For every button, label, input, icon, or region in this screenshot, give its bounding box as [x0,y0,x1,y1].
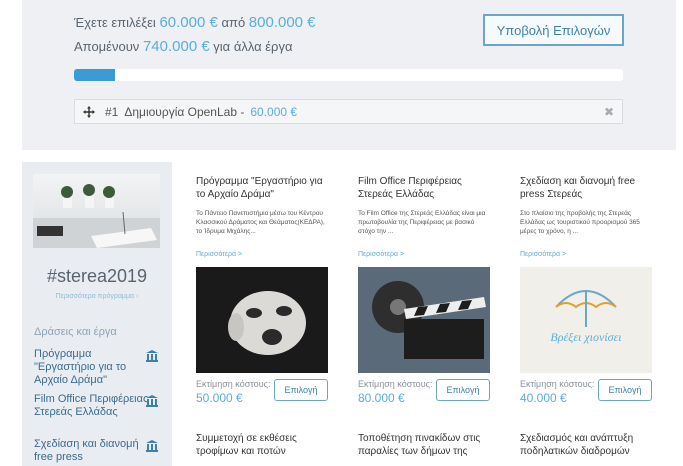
budget-progress-bar [74,69,623,81]
selected-project-name: Δημιουργία OpenLab - [124,104,245,119]
project-card: Πρόγραμμα "Εργαστήριο για το Αρχαίο Δράμ… [196,175,332,415]
film-clapper-image [358,267,490,373]
total-amount: 800.000 € [248,14,316,31]
card-title[interactable]: Τοποθέτηση πινακίδων στις παραλίες των δ… [358,432,494,458]
poster-caption: Βρέξει χιονίσει [550,330,621,344]
institution-icon [146,440,158,452]
sidebar-item-film-office[interactable]: Film Office Περιφέρειας Στερεάς Ελλάδας [34,393,154,419]
selected-mid: από [221,15,246,30]
remaining-summary-line: Απομένουν 740.000 € για άλλα έργα [74,38,292,55]
theatre-mask-image [196,267,328,373]
card-description: Το Film Office της Στερεάς Ελλάδας είναι… [358,210,486,235]
remaining-suffix: για άλλα έργα [213,39,293,54]
campaign-hashtag: #sterea2019 [46,266,148,286]
card-description: Το Πάντειο Πανεπιστήμιο μέσω του Κέντρου… [196,210,325,235]
selection-summary-panel: Έχετε επιλέξει 60.000 € από 800.000 € Απ… [22,0,676,150]
card-title[interactable]: Σχεδιασμός και ανάπτυξη ποδηλατικών διαδ… [520,432,656,458]
card-more-link[interactable]: Περισσότερα > [358,251,404,258]
card-more-link[interactable]: Περισσότερα > [520,251,566,258]
cost-estimate-label: Εκτίμηση κόστους: [358,379,433,389]
cost-estimate-value: 40.000 € [520,391,567,405]
selected-project-amount: 60.000 € [250,104,298,119]
card-title[interactable]: Συμμετοχή σε εκθέσεις τροφίμων και ποτών [196,432,332,458]
selected-project-row[interactable]: #1 Δημιουργία OpenLab - 60.000 € ✖ [74,99,623,124]
desk-image [33,174,160,248]
choose-button[interactable]: Επιλογή [598,379,652,401]
sidebar-item-free-press[interactable]: Σχεδίαση και διανομή free press [34,438,154,464]
actions-heading: Δράσεις και έργα [34,326,117,338]
sidebar: #sterea2019 Περισσότερα πρόγραμμα › Δράσ… [22,162,172,466]
card-title[interactable]: Σχεδίαση και διανομή free press Στερεάς [520,175,656,201]
cost-estimate-label: Εκτίμηση κόστους: [520,379,595,389]
remaining-amount: 740.000 € [142,38,210,55]
institution-icon [146,395,158,407]
submit-selections-button[interactable]: Υποβολή Επιλογών [483,14,624,46]
budget-progress-fill [74,69,116,81]
sidebar-item-ancient-drama[interactable]: Πρόγραμμα "Εργαστήριο για το Αρχαίο Δράμ… [34,348,154,387]
card-title[interactable]: Πρόγραμμα "Εργαστήριο για το Αρχαίο Δράμ… [196,175,332,201]
project-card: Film Office Περιφέρειας Στερεάς Ελλάδας … [358,175,494,415]
card-description: Στο πλαίσιο της προβολής της Στερεάς Ελλ… [520,210,640,235]
move-icon[interactable] [83,105,95,118]
cost-estimate-label: Εκτίμηση κόστους: [196,379,271,389]
umbrella-poster-image: Βρέξει χιονίσει [520,267,652,373]
selected-prefix: Έχετε επιλέξει [74,15,156,30]
card-more-link[interactable]: Περισσότερα > [196,251,242,258]
more-programs-link[interactable]: Περισσότερα πρόγραμμα › [22,293,172,300]
selected-project-number: #1 [105,104,119,119]
card-title[interactable]: Film Office Περιφέρειας Στερεάς Ελλάδας [358,175,494,201]
selected-summary-line: Έχετε επιλέξει 60.000 € από 800.000 € [74,14,316,31]
remaining-prefix: Απομένουν [74,39,140,54]
project-card: Σχεδίαση και διανομή free press Στερεάς … [520,175,656,415]
choose-button[interactable]: Επιλογή [436,379,490,401]
selected-amount: 60.000 € [159,14,218,31]
choose-button[interactable]: Επιλογή [274,379,328,401]
cost-estimate-value: 80.000 € [358,391,405,405]
close-icon[interactable]: ✖ [604,105,614,119]
institution-icon [146,350,158,362]
cost-estimate-value: 50.000 € [196,391,243,405]
